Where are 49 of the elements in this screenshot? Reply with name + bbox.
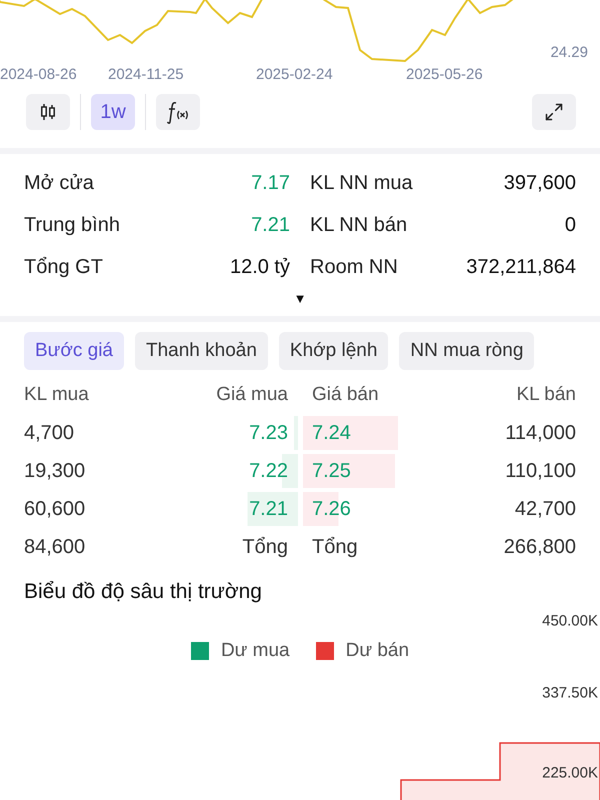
- stat-value: 12.0 tỷ: [230, 256, 290, 278]
- date-axis-label: 2024-08-26: [0, 66, 77, 83]
- ask-volume: 114,000: [505, 422, 576, 444]
- stat-value: 0: [564, 214, 576, 236]
- indicator-button[interactable]: [156, 94, 200, 130]
- chart-type-button[interactable]: [26, 94, 70, 130]
- column-header: Giá bán: [312, 384, 379, 406]
- chart-title: Biểu đồ độ sâu thị trường: [23, 579, 263, 605]
- expand-icon: [544, 102, 564, 122]
- date-axis-label: 2025-02-24: [256, 66, 333, 83]
- stat-label: KL NN bán: [310, 214, 408, 236]
- function-icon: [167, 100, 189, 124]
- axis-tick-label: 450.00K: [542, 612, 598, 630]
- axis-tick-label: 337.50K: [542, 684, 598, 702]
- ask-volume: 110,100: [505, 460, 576, 482]
- total-label: Tổng: [312, 536, 358, 558]
- price-axis-label: 24.29: [550, 44, 588, 61]
- bid-volume: 4,700: [24, 422, 74, 444]
- interval-button[interactable]: 1w: [91, 94, 135, 130]
- stat-label: Mở cửa: [24, 172, 94, 194]
- tab[interactable]: NN mua ròng: [399, 332, 534, 370]
- stat-label: Trung bình: [24, 214, 120, 236]
- column-header: KL bán: [516, 384, 576, 406]
- stat-label: Tổng GT: [24, 256, 103, 278]
- stat-value: 372,211,864: [466, 256, 576, 278]
- stat-value: 397,600: [504, 172, 576, 194]
- ask-total: 266,800: [504, 536, 576, 558]
- collapse-toggle[interactable]: ▼: [294, 288, 306, 308]
- fullscreen-button[interactable]: [532, 94, 576, 130]
- legend-label: Dư bán: [346, 640, 410, 662]
- column-header: Giá mua: [216, 384, 288, 406]
- total-label: Tổng: [242, 536, 288, 558]
- ask-volume: 42,700: [514, 498, 576, 520]
- stat-value: 7.17: [251, 172, 290, 194]
- axis-tick-label: 225.00K: [542, 764, 598, 782]
- tab[interactable]: Khớp lệnh: [278, 332, 388, 370]
- bid-total: 84,600: [24, 536, 86, 558]
- stat-label: Room NN: [310, 256, 398, 278]
- date-axis-label: 2025-05-26: [406, 66, 483, 83]
- candlestick-icon: [40, 103, 56, 121]
- tab[interactable]: Bước giá: [24, 332, 124, 370]
- legend-label: Dư mua: [220, 640, 290, 662]
- bid-volume: 19,300: [24, 460, 86, 482]
- stat-value: 7.21: [251, 214, 290, 236]
- bid-volume: 60,600: [24, 498, 86, 520]
- tab[interactable]: Thanh khoản: [135, 332, 268, 370]
- date-axis-label: 2024-11-25: [108, 66, 184, 83]
- column-header: KL mua: [24, 384, 89, 406]
- stat-label: KL NN mua: [310, 172, 413, 194]
